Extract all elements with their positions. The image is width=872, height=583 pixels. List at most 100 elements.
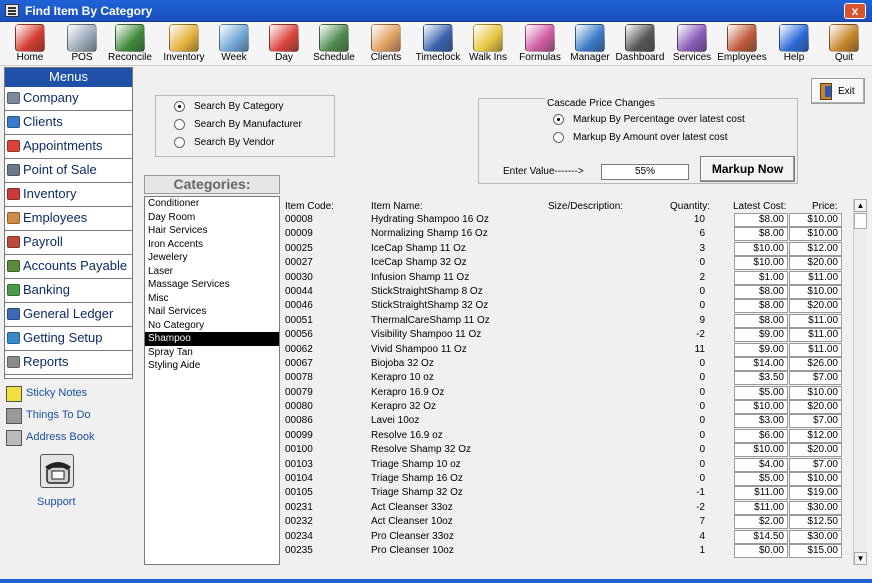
extra-sticky-notes[interactable]: Sticky Notes — [4, 384, 133, 404]
markup-now-button[interactable]: Markup Now — [700, 156, 795, 182]
price-field[interactable]: $20.00 — [789, 256, 842, 271]
menu-item-payroll[interactable]: Payroll — [5, 231, 132, 255]
categories-list[interactable]: Conditioner Day Room Hair Services Iron Acc… — [144, 196, 280, 565]
category-item[interactable]: Laser — [145, 265, 279, 279]
latest-cost-field[interactable]: $4.00 — [734, 457, 788, 472]
price-field[interactable]: $10.00 — [789, 385, 842, 400]
table-row[interactable]: 00008 Hydrating Shampoo 16 Oz 10 $8.00 $10.0… — [283, 213, 853, 227]
price-field[interactable]: $12.00 — [789, 241, 842, 256]
price-field[interactable]: $7.00 — [789, 371, 842, 386]
menu-item-accounts-payable[interactable]: Accounts Payable — [5, 255, 132, 279]
col-price[interactable]: Price: — [812, 201, 838, 212]
menu-item-clients[interactable]: Clients — [5, 111, 132, 135]
toolbar-reconcile-button[interactable]: Reconcile — [104, 22, 156, 66]
table-row[interactable]: 00100 Resolve Shamp 32 Oz 0 $10.00 $20.00 — [283, 443, 853, 458]
price-field[interactable]: $15.00 — [789, 543, 842, 558]
latest-cost-field[interactable]: $10.00 — [734, 443, 788, 458]
price-field[interactable]: $19.00 — [789, 486, 842, 501]
price-field[interactable]: $11.00 — [789, 270, 842, 285]
toolbar-home-button[interactable]: Home — [4, 22, 56, 66]
category-item[interactable]: Iron Accents — [145, 238, 279, 252]
radio-button[interactable] — [174, 119, 185, 130]
table-row[interactable]: 00067 Biojoba 32 Oz 0 $14.00 $26.00 — [283, 356, 853, 371]
table-row[interactable]: 00027 IceCap Shamp 32 Oz 0 $10.00 $20.00 — [283, 256, 853, 271]
category-item[interactable]: Jewelery — [145, 251, 279, 265]
price-field[interactable]: $20.00 — [789, 443, 842, 458]
support-label[interactable]: Support — [37, 496, 76, 508]
category-item[interactable]: Misc — [145, 292, 279, 306]
extra-things-to-do[interactable]: Things To Do — [4, 406, 133, 426]
latest-cost-field[interactable]: $1.00 — [734, 270, 788, 285]
category-item[interactable]: Massage Services — [145, 278, 279, 292]
price-field[interactable]: $20.00 — [789, 299, 842, 314]
col-size-description[interactable]: Size/Description: — [548, 201, 623, 212]
price-field[interactable]: $10.00 — [789, 472, 842, 487]
menu-item-reports[interactable]: Reports — [5, 351, 132, 375]
toolbar-employees-button[interactable]: Employees — [716, 22, 768, 66]
table-row[interactable]: 00099 Resolve 16.9 oz 0 $6.00 $12.00 — [283, 428, 853, 443]
table-row[interactable]: 00079 Kerapro 16.9 Oz 0 $5.00 $10.00 — [283, 385, 853, 400]
scroll-up-arrow-icon[interactable]: ▲ — [854, 199, 867, 212]
menu-item-company[interactable]: Company — [5, 87, 132, 111]
table-row[interactable]: 00231 Act Cleanser 33oz -2 $11.00 $30.00 — [283, 500, 853, 515]
price-field[interactable]: $10.00 — [789, 284, 842, 299]
toolbar-inventory-button[interactable]: Inventory — [158, 22, 210, 66]
toolbar-schedule-button[interactable]: Schedule — [308, 22, 360, 66]
menu-item-general-ledger[interactable]: General Ledger — [5, 303, 132, 327]
category-item[interactable]: No Category — [145, 319, 279, 333]
latest-cost-field[interactable]: $11.00 — [734, 486, 788, 501]
menu-item-banking[interactable]: Banking — [5, 279, 132, 303]
latest-cost-field[interactable]: $11.00 — [734, 500, 788, 515]
table-row[interactable]: 00104 Triage Shamp 16 Oz 0 $5.00 $10.00 — [283, 472, 853, 487]
price-field[interactable]: $11.00 — [789, 328, 842, 343]
col-quantity[interactable]: Quantity: — [670, 201, 710, 212]
category-item[interactable]: Nail Services — [145, 305, 279, 319]
toolbar-services-button[interactable]: Services — [666, 22, 718, 66]
toolbar-timeclock-button[interactable]: Timeclock — [412, 22, 464, 66]
toolbar-help-button[interactable]: Help — [768, 22, 820, 66]
price-field[interactable]: $26.00 — [789, 356, 842, 371]
category-item[interactable]: Styling Aide — [145, 359, 279, 373]
latest-cost-field[interactable]: $10.00 — [734, 400, 788, 415]
latest-cost-field[interactable]: $8.00 — [734, 299, 788, 314]
toolbar-dashboard-button[interactable]: Dashboard — [614, 22, 666, 66]
toolbar-walk-ins-button[interactable]: Walk Ins — [462, 22, 514, 66]
latest-cost-field[interactable]: $10.00 — [734, 241, 788, 256]
radio-button[interactable] — [174, 101, 185, 112]
latest-cost-field[interactable]: $8.00 — [734, 213, 788, 227]
menu-item-appointments[interactable]: Appointments — [5, 135, 132, 159]
table-row[interactable]: 00044 StickStraightShamp 8 Oz 0 $8.00 $10.00 — [283, 284, 853, 299]
latest-cost-field[interactable]: $9.00 — [734, 328, 788, 343]
latest-cost-field[interactable]: $5.00 — [734, 472, 788, 487]
table-row[interactable]: 00078 Kerapro 10 oz 0 $3.50 $7.00 — [283, 371, 853, 386]
scroll-thumb[interactable] — [854, 213, 867, 229]
menu-item-point-of-sale[interactable]: Point of Sale — [5, 159, 132, 183]
latest-cost-field[interactable]: $8.00 — [734, 227, 788, 242]
exit-button[interactable]: Exit — [811, 78, 865, 104]
table-row[interactable]: 00234 Pro Cleanser 33oz 4 $14.50 $30.00 — [283, 529, 853, 544]
toolbar-week-button[interactable]: Week — [208, 22, 260, 66]
table-row[interactable]: 00051 ThermalCareShamp 11 Oz 9 $8.00 $11.00 — [283, 313, 853, 328]
price-field[interactable]: $12.50 — [789, 515, 842, 530]
latest-cost-field[interactable]: $3.00 — [734, 414, 788, 429]
price-field[interactable]: $12.00 — [789, 428, 842, 443]
col-item-code[interactable]: Item Code: — [285, 201, 334, 212]
price-field[interactable]: $10.00 — [789, 213, 842, 227]
radio-button[interactable] — [553, 114, 564, 125]
radio-button[interactable] — [553, 132, 564, 143]
table-row[interactable]: 00103 Triage Shamp 10 oz 0 $4.00 $7.00 — [283, 457, 853, 472]
radio-button[interactable] — [174, 137, 185, 148]
table-row[interactable]: 00086 Lavei 10oz 0 $3.00 $7.00 — [283, 414, 853, 429]
menu-item-inventory[interactable]: Inventory — [5, 183, 132, 207]
price-field[interactable]: $30.00 — [789, 500, 842, 515]
price-field[interactable]: $7.00 — [789, 457, 842, 472]
toolbar-formulas-button[interactable]: Formulas — [514, 22, 566, 66]
table-row[interactable]: 00235 Pro Cleanser 10oz 1 $0.00 $15.00 — [283, 543, 853, 558]
price-field[interactable]: $30.00 — [789, 529, 842, 544]
category-item[interactable]: Day Room — [145, 211, 279, 225]
latest-cost-field[interactable]: $14.50 — [734, 529, 788, 544]
menu-item-getting-setup[interactable]: Getting Setup — [5, 327, 132, 351]
latest-cost-field[interactable]: $14.00 — [734, 356, 788, 371]
scroll-down-arrow-icon[interactable]: ▼ — [854, 552, 867, 565]
category-item[interactable]: Conditioner — [145, 197, 279, 211]
